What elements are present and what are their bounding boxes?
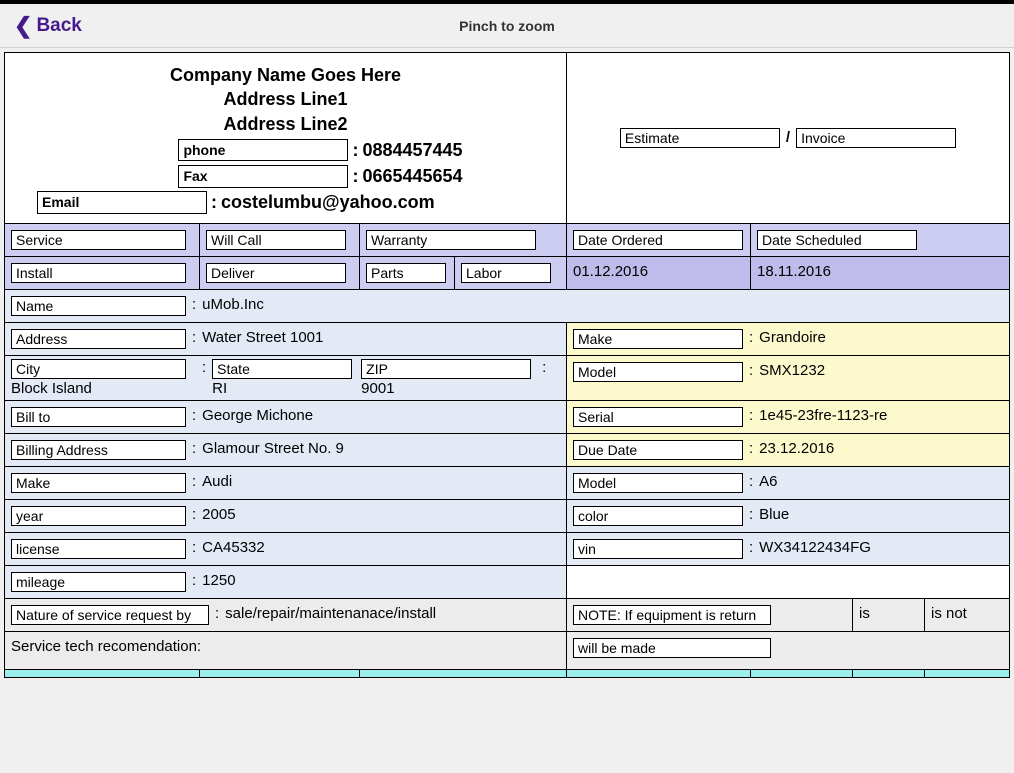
will-call-field[interactable]: Will Call [206, 230, 346, 250]
nature-label: Nature of service request by [11, 605, 209, 625]
state-label: State [212, 359, 352, 379]
address-label: Address [11, 329, 186, 349]
model2-value: A6 [759, 473, 777, 490]
company-address-1: Address Line1 [15, 87, 556, 111]
date-scheduled-value: 18.11.2016 [757, 263, 831, 280]
vin-label: vin [573, 539, 743, 559]
serial-value: 1e45-23fre-1123-re [759, 407, 887, 424]
cyan-cell [200, 669, 360, 677]
make-right-label: Make [573, 329, 743, 349]
service-form: Company Name Goes Here Address Line1 Add… [4, 52, 1010, 678]
billto-value: George Michone [202, 407, 313, 424]
empty-cell [567, 565, 1010, 598]
make-left-value: Audi [202, 473, 232, 490]
is-not-label: is not [931, 605, 967, 622]
warranty-field[interactable]: Warranty [366, 230, 536, 250]
color-label: color [573, 506, 743, 526]
chevron-left-icon: ❮ [14, 15, 32, 37]
make-right-value: Grandoire [759, 329, 826, 346]
company-header: Company Name Goes Here Address Line1 Add… [5, 53, 566, 223]
state-value: RI [212, 380, 357, 397]
cyan-cell [853, 669, 925, 677]
license-value: CA45332 [202, 539, 265, 556]
phone-value: 0884457445 [362, 138, 462, 162]
back-label: Back [36, 15, 81, 37]
company-address-2: Address Line2 [15, 112, 556, 136]
install-field[interactable]: Install [11, 263, 186, 283]
date-ordered-value: 01.12.2016 [573, 263, 648, 280]
cyan-cell [751, 669, 853, 677]
model2-label: Model [573, 473, 743, 493]
phone-label: phone [178, 139, 348, 162]
vin-value: WX34122434FG [759, 539, 871, 556]
fax-label: Fax [178, 165, 348, 188]
will-be-made-label: will be made [573, 638, 771, 658]
mileage-label: mileage [11, 572, 186, 592]
parts-field[interactable]: Parts [366, 263, 446, 283]
slash: / [786, 129, 790, 146]
due-date-value: 23.12.2016 [759, 440, 834, 457]
make-left-label: Make [11, 473, 186, 493]
address-value: Water Street 1001 [202, 329, 323, 346]
name-value: uMob.Inc [202, 296, 264, 313]
billaddr-value: Glamour Street No. 9 [202, 440, 344, 457]
email-label: Email [37, 191, 207, 214]
mileage-value: 1250 [202, 572, 235, 589]
year-label: year [11, 506, 186, 526]
color-value: Blue [759, 506, 789, 523]
topbar: ❮ Back Pinch to zoom [0, 4, 1014, 48]
cyan-cell [360, 669, 567, 677]
tech-reco-label: Service tech recomendation: [11, 638, 201, 655]
deliver-field[interactable]: Deliver [206, 263, 346, 283]
cyan-cell [925, 669, 1010, 677]
model-right-label: Model [573, 362, 743, 382]
fax-value: 0665445654 [362, 164, 462, 188]
email-value: costelumbu@yahoo.com [221, 190, 435, 214]
due-date-label: Due Date [573, 440, 743, 460]
service-field[interactable]: Service [11, 230, 186, 250]
billaddr-label: Billing Address [11, 440, 186, 460]
back-button[interactable]: ❮ Back [14, 15, 82, 37]
billto-label: Bill to [11, 407, 186, 427]
year-value: 2005 [202, 506, 235, 523]
note-label: NOTE: If equipment is return [573, 605, 771, 625]
is-label: is [859, 605, 870, 622]
company-name: Company Name Goes Here [15, 63, 556, 87]
city-label: City [11, 359, 186, 379]
zip-label: ZIP [361, 359, 531, 379]
labor-field[interactable]: Labor [461, 263, 551, 283]
date-scheduled-label: Date Scheduled [757, 230, 917, 250]
model-right-value: SMX1232 [759, 362, 825, 379]
nature-value: sale/repair/maintenanace/install [225, 605, 436, 622]
pinch-to-zoom-hint: Pinch to zoom [0, 18, 1014, 34]
city-value: Block Island [11, 380, 196, 397]
invoice-field[interactable]: Invoice [796, 128, 956, 148]
cyan-cell [5, 669, 200, 677]
cyan-cell [567, 669, 751, 677]
date-ordered-label: Date Ordered [573, 230, 743, 250]
zip-value: 9001 [361, 380, 536, 397]
serial-label: Serial [573, 407, 743, 427]
license-label: license [11, 539, 186, 559]
form-scroll-area[interactable]: Company Name Goes Here Address Line1 Add… [0, 48, 1014, 773]
name-label: Name [11, 296, 186, 316]
estimate-field[interactable]: Estimate [620, 128, 780, 148]
